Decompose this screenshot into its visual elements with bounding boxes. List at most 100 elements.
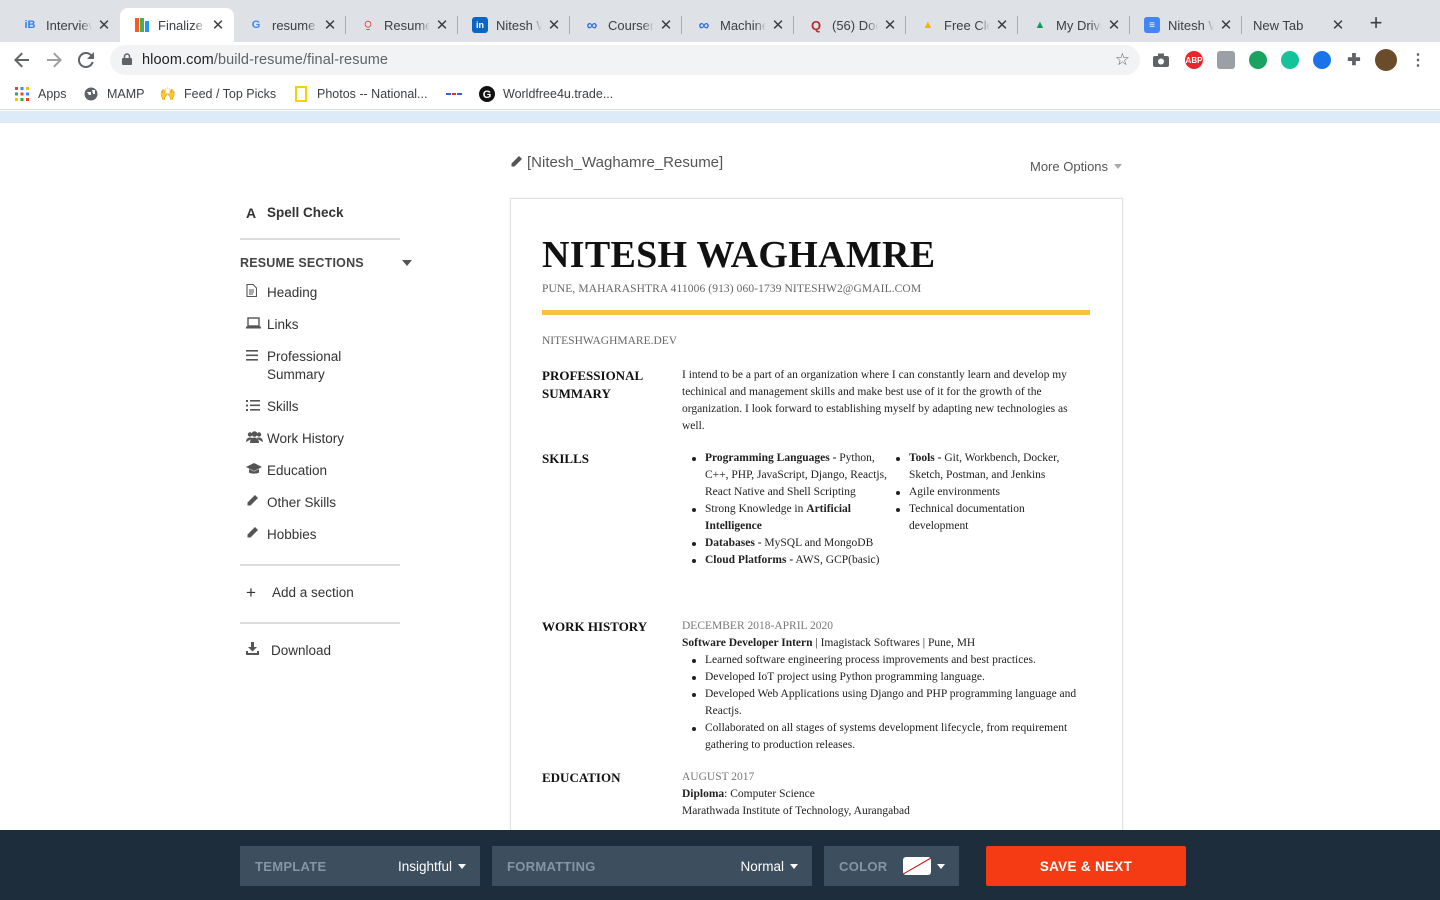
sidebar-item-professional-summary[interactable]: Professional Summary [240, 348, 350, 384]
extensions-puzzle-icon[interactable]: ✚ [1345, 51, 1363, 69]
color-label: COLOR [839, 858, 888, 874]
tab-finalize[interactable]: Finalize ✕ [120, 8, 234, 42]
tab-label: resume [272, 17, 316, 33]
bottom-action-bar: TEMPLATE Insightful FORMATTING Normal CO… [0, 830, 1440, 900]
resume-name: NITESH WAGHAMRE [542, 234, 936, 276]
reload-button[interactable] [74, 48, 98, 72]
forward-button[interactable] [42, 48, 66, 72]
tab-label: Free Clo [944, 17, 990, 33]
bookmark-apps[interactable]: Apps [14, 85, 67, 103]
svg-text:G: G [483, 89, 492, 101]
close-tab-icon[interactable]: ✕ [210, 16, 226, 34]
tab-google-docs[interactable]: ≡ Nitesh W ✕ [1130, 8, 1242, 42]
new-tab-button[interactable]: + [1364, 12, 1388, 36]
reload-icon [78, 52, 94, 68]
tab-interview[interactable]: iB Interview ✕ [8, 8, 120, 42]
tab-machine[interactable]: ∞ Machine ✕ [682, 8, 794, 42]
sidebar-item-label: Other Skills [267, 495, 337, 510]
close-tab-icon[interactable]: ✕ [96, 16, 112, 34]
skill-text: MySQL and MongoDB [761, 537, 874, 549]
sidebar-item-label: Professional Summary [267, 349, 342, 382]
list-item: Tools - Git, Workbench, Docker, Sketch, … [886, 450, 1086, 484]
download-button[interactable]: Download [240, 642, 331, 660]
image-extension-icon[interactable] [1217, 51, 1235, 69]
blue-extension-icon[interactable] [1313, 51, 1331, 69]
adblock-plus-icon[interactable]: ABP [1185, 51, 1203, 69]
education-entry: AUGUST 2017 Diploma: Computer Science Ma… [682, 769, 1092, 820]
resume-sections-toggle[interactable]: RESUME SECTIONS [240, 256, 416, 270]
grammarly-icon[interactable] [1281, 51, 1299, 69]
sidebar-item-other-skills[interactable]: Other Skills [240, 494, 336, 512]
template-label: TEMPLATE [255, 858, 327, 874]
save-and-next-button[interactable]: SAVE & NEXT [986, 846, 1186, 886]
bookmark-star-icon[interactable]: ☆ [1115, 50, 1130, 70]
close-tab-icon[interactable]: ✕ [434, 16, 450, 34]
tab-label: Coursera [608, 17, 654, 33]
tab-free-cloud[interactable]: ▲ Free Clo ✕ [906, 8, 1018, 42]
list-item: Technical documentation development [886, 501, 1086, 535]
address-bar[interactable]: hloom.com/build-resume/final-resume ☆ [110, 45, 1140, 75]
google-docs-favicon-icon: ≡ [1144, 17, 1160, 33]
tab-label: Resume [384, 17, 430, 33]
bookmark-small[interactable] [446, 85, 470, 103]
tab-new-tab[interactable]: New Tab ✕ [1242, 8, 1354, 42]
skills-list-right: Tools - Git, Workbench, Docker, Sketch, … [886, 450, 1086, 535]
bookmark-feed[interactable]: 🙌 Feed / Top Picks [160, 85, 276, 103]
bookmark-mamp[interactable]: MAMP [83, 85, 145, 103]
close-tab-icon[interactable]: ✕ [770, 16, 786, 34]
add-section-button[interactable]: + Add a section [240, 584, 354, 602]
formatting-select[interactable]: FORMATTING Normal [492, 846, 812, 886]
work-company: | Imagistack Softwares | Pune, MH [812, 637, 976, 649]
sidebar-item-education[interactable]: Education [240, 462, 327, 480]
list-item: Agile environments [886, 484, 1086, 501]
bookmark-label: MAMP [107, 87, 145, 101]
back-button[interactable] [10, 48, 34, 72]
bookmark-worldfree[interactable]: G Worldfree4u.trade... [479, 85, 613, 103]
list-item: Developed IoT project using Python progr… [682, 669, 1092, 686]
resume-title: [Nitesh_Waghamre_Resume] [527, 154, 724, 171]
tab-my-drive[interactable]: ▲ My Drive ✕ [1018, 8, 1130, 42]
camera-extension-icon[interactable] [1152, 51, 1170, 69]
education-degree-line: Diploma: Computer Science [682, 786, 1092, 803]
bookmark-photos-national[interactable]: Photos -- National... [293, 85, 427, 103]
education-school: Marathwada Institute of Technology, Aura… [682, 805, 910, 817]
close-tab-icon[interactable]: ✕ [658, 16, 674, 34]
sidebar-item-hobbies[interactable]: Hobbies [240, 526, 317, 544]
tab-quora[interactable]: Q (56) Doe ✕ [794, 8, 906, 42]
sidebar-divider [240, 238, 400, 240]
close-tab-icon[interactable]: ✕ [1106, 16, 1122, 34]
close-tab-icon[interactable]: ✕ [994, 16, 1010, 34]
chrome-menu-icon[interactable]: ⋮ [1409, 51, 1427, 69]
bookmark-label: Photos -- National... [317, 87, 428, 101]
sidebar-item-work-history[interactable]: Work History [240, 430, 344, 448]
resume-title-editable[interactable]: [Nitesh_Waghamre_Resume] [510, 154, 723, 171]
g-circle-icon: G [479, 86, 495, 102]
lock-icon [122, 52, 132, 68]
work-dates: DECEMBER 2018-APRIL 2020 [682, 620, 833, 632]
sidebar-item-links[interactable]: Links [240, 316, 299, 334]
close-tab-icon[interactable]: ✕ [882, 16, 898, 34]
skill-text: Agile environments [909, 486, 1001, 498]
tab-resume-google[interactable]: G resume ✕ [234, 8, 346, 42]
sidebar-item-label: Heading [267, 285, 318, 300]
list-item: Collaborated on all stages of systems de… [682, 720, 1092, 754]
bookmark-label: Worldfree4u.trade... [503, 87, 614, 101]
green-extension-icon[interactable] [1249, 51, 1267, 69]
work-role: Software Developer Intern [682, 637, 813, 649]
coursera-favicon-icon: ∞ [698, 16, 710, 34]
tab-coursera[interactable]: ∞ Coursera ✕ [570, 8, 682, 42]
close-tab-icon[interactable]: ✕ [1330, 16, 1346, 34]
close-tab-icon[interactable]: ✕ [322, 16, 338, 34]
spell-check-button[interactable]: A Spell Check [240, 204, 344, 222]
template-select[interactable]: TEMPLATE Insightful [240, 846, 480, 886]
sidebar-item-skills[interactable]: Skills [240, 398, 299, 416]
tab-resume[interactable]: ⍜ Resume ✕ [346, 8, 458, 42]
sidebar-item-heading[interactable]: Heading [240, 283, 318, 302]
close-tab-icon[interactable]: ✕ [546, 16, 562, 34]
more-options-dropdown[interactable]: More Options [1030, 159, 1123, 174]
color-select[interactable]: COLOR [824, 846, 959, 886]
close-tab-icon[interactable]: ✕ [1218, 16, 1234, 34]
more-options-label: More Options [1030, 159, 1109, 174]
profile-avatar[interactable] [1375, 49, 1397, 71]
tab-linkedin[interactable]: in Nitesh W ✕ [458, 8, 570, 42]
